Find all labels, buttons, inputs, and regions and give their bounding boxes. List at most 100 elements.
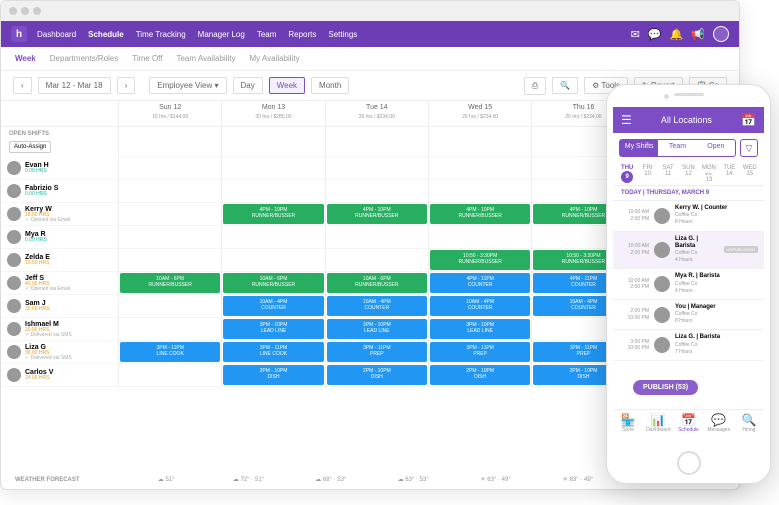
employee-row[interactable]: Carlos V24.00 HRS — [1, 364, 118, 387]
print-button[interactable]: ⎙ — [524, 77, 546, 95]
shift-block[interactable]: 3PM - 11PMLINE COOK — [223, 342, 323, 362]
shift-slot[interactable]: 10AM - 6PMRUNNER/BUSSER — [119, 272, 221, 295]
shift-block[interactable]: 4PM - 11PMCOUNTER — [430, 273, 530, 293]
tab-team[interactable]: Team — [658, 140, 696, 156]
nav-managerlog[interactable]: Manager Log — [198, 30, 245, 39]
shift-slot[interactable]: 4PM - 10PMRUNNER/BUSSER — [326, 203, 428, 226]
shift-slot[interactable] — [326, 249, 428, 272]
nav-timetracking[interactable]: Time Tracking — [136, 30, 186, 39]
shift-slot[interactable] — [326, 180, 428, 203]
shift-block[interactable]: 4PM - 10PMRUNNER/BUSSER — [430, 204, 530, 224]
shift-slot[interactable]: 3PM - 10PMLEAD LINE — [222, 318, 324, 341]
date-cell[interactable]: TUE14 — [719, 165, 739, 183]
shift-slot[interactable]: 3PM - 11PMPREP — [326, 341, 428, 364]
shift-slot[interactable] — [119, 157, 221, 180]
shift-block[interactable]: 3PM - 11PMPREP — [430, 342, 530, 362]
subnav-dept[interactable]: Departments/Roles — [50, 54, 118, 63]
shift-slot[interactable]: 3PM - 11PMPREP — [429, 341, 531, 364]
shift-block[interactable]: 2PM - 10PMDISH — [430, 365, 530, 385]
subnav-myavail[interactable]: My Availability — [249, 54, 299, 63]
shift-slot[interactable] — [119, 226, 221, 249]
nav-schedule[interactable]: Schedule — [88, 30, 124, 39]
date-cell[interactable]: FRI10 — [637, 165, 657, 183]
shift-block[interactable]: 10:50 - 3:30PMRUNNER/BUSSER — [430, 250, 530, 270]
shift-slot[interactable]: 3PM - 11PMLINE COOK — [222, 341, 324, 364]
shift-slot[interactable] — [326, 226, 428, 249]
shift-slot[interactable] — [222, 249, 324, 272]
nav-settings[interactable]: Settings — [328, 30, 357, 39]
shift-slot[interactable] — [326, 157, 428, 180]
shift-block[interactable]: 10AM - 4PMCOUNTER — [430, 296, 530, 316]
shift-block[interactable]: 10AM - 4PMCOUNTER — [223, 296, 323, 316]
shift-item[interactable]: 3:00 PM10:00 PMLiza G. | BaristaCoffee C… — [613, 330, 764, 361]
publish-button[interactable]: PUBLISH (53) — [633, 380, 698, 395]
shift-block[interactable]: 3PM - 10PMLEAD LINE — [430, 319, 530, 339]
shift-slot[interactable] — [119, 180, 221, 203]
shift-block[interactable]: 10AM - 6PMRUNNER/BUSSER — [327, 273, 427, 293]
view-dropdown[interactable]: Employee View ▾ — [149, 77, 226, 94]
employee-row[interactable]: Sam J30.00 HRS — [1, 295, 118, 318]
mail-icon[interactable]: ✉ — [631, 28, 640, 41]
tab-open[interactable]: Open — [697, 140, 735, 156]
shift-item[interactable]: 10:00 AM2:00 PMKerry W. | CounterCoffee … — [613, 201, 764, 232]
prev-button[interactable]: ‹ — [13, 77, 32, 94]
tab-store[interactable]: 🏪Store — [613, 410, 643, 443]
shift-slot[interactable]: 10AM - 6PMRUNNER/BUSSER — [326, 272, 428, 295]
view-week[interactable]: Week — [269, 77, 305, 94]
shift-slot[interactable]: 3PM - 10PMLEAD LINE — [429, 318, 531, 341]
shift-slot[interactable]: 2PM - 10PMDISH — [222, 364, 324, 387]
shift-block[interactable]: 2PM - 10PMDISH — [327, 365, 427, 385]
date-cell[interactable]: MONMar.13 — [699, 165, 719, 183]
logo[interactable]: h — [11, 26, 27, 42]
shift-slot[interactable]: 10AM - 4PMCOUNTER — [326, 295, 428, 318]
shift-slot[interactable] — [222, 157, 324, 180]
shift-slot[interactable] — [222, 180, 324, 203]
employee-row[interactable]: Fabrizio S0.00 HRS — [1, 180, 118, 203]
next-button[interactable]: › — [117, 77, 136, 94]
shift-slot[interactable]: 2PM - 10PMDISH — [326, 364, 428, 387]
tab-dashboard[interactable]: 📊Dashboard — [643, 410, 673, 443]
shift-slot[interactable]: 4PM - 10PMRUNNER/BUSSER — [429, 203, 531, 226]
shift-item[interactable]: 10:00 AM2:00 PMMya R. | BaristaCoffee Co… — [613, 269, 764, 300]
min-dot[interactable] — [21, 7, 29, 15]
date-cell[interactable]: SAT11 — [658, 165, 678, 183]
shift-block[interactable]: 3PM - 11PMPREP — [327, 342, 427, 362]
shift-slot[interactable]: 3PM - 10PMLEAD LINE — [326, 318, 428, 341]
date-strip[interactable]: THU9FRI10SAT11SUN12MONMar.13TUE14WED15 — [613, 163, 764, 186]
view-month[interactable]: Month — [311, 77, 349, 94]
shift-slot[interactable] — [429, 226, 531, 249]
nav-team[interactable]: Team — [257, 30, 277, 39]
shift-slot[interactable] — [119, 249, 221, 272]
search-button[interactable]: 🔍 — [552, 77, 578, 94]
shift-slot[interactable] — [429, 180, 531, 203]
date-cell[interactable]: SUN12 — [678, 165, 698, 183]
shift-slot[interactable]: 10AM - 4PMCOUNTER — [222, 295, 324, 318]
shift-slot[interactable] — [429, 157, 531, 180]
subnav-week[interactable]: Week — [15, 54, 36, 63]
date-cell[interactable]: THU9 — [617, 165, 637, 183]
user-avatar[interactable] — [713, 26, 729, 42]
shift-block[interactable]: 10AM - 6PMRUNNER/BUSSER — [223, 273, 323, 293]
close-dot[interactable] — [9, 7, 17, 15]
shift-block[interactable]: 3PM - 10PMLEAD LINE — [223, 319, 323, 339]
shift-block[interactable]: 3PM - 11PMLINE COOK — [120, 342, 220, 362]
tab-schedule[interactable]: 📅Schedule — [673, 410, 703, 443]
shift-slot[interactable] — [222, 226, 324, 249]
tab-hiring[interactable]: 🔍Hiring — [734, 410, 764, 443]
nav-dashboard[interactable]: Dashboard — [37, 30, 76, 39]
employee-row[interactable]: Liza G36.00 HRS✓ Delivered via SMS — [1, 341, 118, 364]
date-range[interactable]: Mar 12 - Mar 18 — [38, 77, 111, 94]
bell-icon[interactable]: 🔔 — [670, 28, 684, 41]
shift-block[interactable]: 10AM - 4PMCOUNTER — [327, 296, 427, 316]
date-cell[interactable]: WED15 — [740, 165, 760, 183]
auto-assign-button[interactable]: Auto-Assign — [9, 141, 51, 153]
shift-item[interactable]: 10:00 AM2:00 PMLiza G. | BaristaCoffee C… — [613, 232, 764, 270]
employee-row[interactable]: Kerry W18.00 HRS✓ Opened via Email — [1, 203, 118, 226]
announce-icon[interactable]: 📢 — [691, 28, 705, 41]
menu-icon[interactable]: ☰ — [621, 113, 632, 127]
tab-messages[interactable]: 💬Messages — [704, 410, 734, 443]
max-dot[interactable] — [33, 7, 41, 15]
shift-block[interactable]: 3PM - 10PMLEAD LINE — [327, 319, 427, 339]
shift-slot[interactable]: 10:50 - 3:30PMRUNNER/BUSSER — [429, 249, 531, 272]
employee-row[interactable]: Zelda E10.50 HRS — [1, 249, 118, 272]
